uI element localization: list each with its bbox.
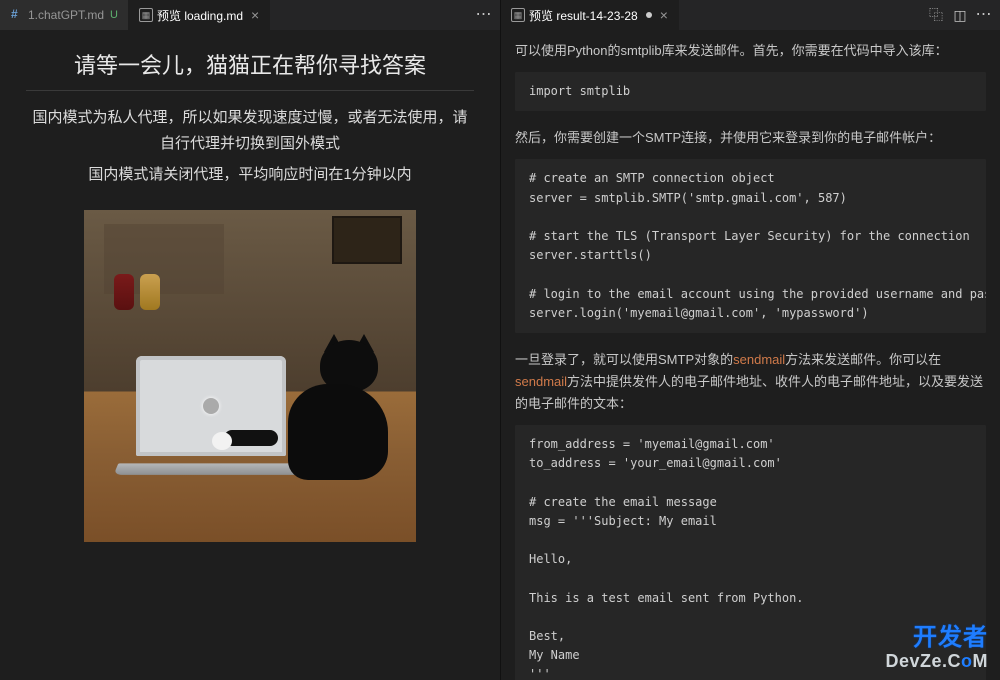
- tab-label: 预览 result-14-23-28: [529, 7, 638, 24]
- tabbar-right: ▦ 预览 result-14-23-28 × ⿻ ◫ ⋯: [501, 0, 1000, 30]
- tab-label: 预览 loading.md: [157, 7, 243, 24]
- tab-actions-right: ⿻ ◫ ⋯: [920, 7, 1000, 23]
- tab-label: 1.chatGPT.md: [28, 8, 104, 22]
- tab-preview-result[interactable]: ▦ 预览 result-14-23-28 ×: [501, 0, 679, 30]
- tab-chatgpt-md[interactable]: 1.chatGPT.md U: [0, 0, 129, 30]
- markdown-file-icon: [10, 8, 24, 22]
- split-preview-icon[interactable]: ⿻: [928, 7, 944, 23]
- inline-code: sendmail: [515, 374, 567, 389]
- loading-title: 请等一会儿，猫猫正在帮你寻找答案: [26, 44, 474, 91]
- modified-dot-icon: [646, 12, 652, 18]
- preview-icon: ▦: [139, 8, 153, 22]
- preview-loading-content: 请等一会儿，猫猫正在帮你寻找答案 国内模式为私人代理，所以如果发现速度过慢，或者…: [0, 30, 500, 680]
- loading-note-1: 国内模式为私人代理，所以如果发现速度过慢，或者无法使用，请自行代理并切换到国外模…: [26, 105, 474, 156]
- more-icon[interactable]: ⋯: [476, 7, 492, 23]
- git-status-badge: U: [110, 9, 118, 21]
- inline-code: sendmail: [733, 352, 785, 367]
- more-icon[interactable]: ⋯: [976, 7, 992, 23]
- cat-illustration: [268, 340, 388, 480]
- tabbar-left: 1.chatGPT.md U ▦ 预览 loading.md × ⋯: [0, 0, 500, 30]
- preview-result-content: 可以使用Python的smtplib库来发送邮件。首先，你需要在代码中导入该库：…: [501, 30, 1000, 680]
- tab-actions-left: ⋯: [468, 7, 500, 23]
- code-block: from_address = 'myemail@gmail.com' to_ad…: [515, 425, 986, 680]
- editor-pane-right: ▦ 预览 result-14-23-28 × ⿻ ◫ ⋯ 可以使用Python的…: [500, 0, 1000, 680]
- loading-note-2: 国内模式请关闭代理，平均响应时间在1分钟以内: [26, 162, 474, 188]
- paragraph: 一旦登录了，就可以使用SMTP对象的sendmail方法来发送邮件。你可以在se…: [515, 349, 986, 415]
- paragraph: 可以使用Python的smtplib库来发送邮件。首先，你需要在代码中导入该库：: [515, 40, 986, 62]
- code-block: # create an SMTP connection object serve…: [515, 159, 986, 333]
- apple-logo-icon: [203, 398, 219, 414]
- preview-icon: ▦: [511, 8, 525, 22]
- editor-pane-left: 1.chatGPT.md U ▦ 预览 loading.md × ⋯ 请等一会儿…: [0, 0, 500, 680]
- close-icon[interactable]: ×: [251, 7, 259, 23]
- code-block: import smtplib: [515, 72, 986, 111]
- split-editor-icon[interactable]: ◫: [952, 7, 968, 23]
- cat-typing-gif: [84, 210, 416, 542]
- paragraph: 然后，你需要创建一个SMTP连接，并使用它来登录到你的电子邮件帐户：: [515, 127, 986, 149]
- tab-preview-loading[interactable]: ▦ 预览 loading.md ×: [129, 0, 270, 30]
- close-icon[interactable]: ×: [660, 7, 668, 23]
